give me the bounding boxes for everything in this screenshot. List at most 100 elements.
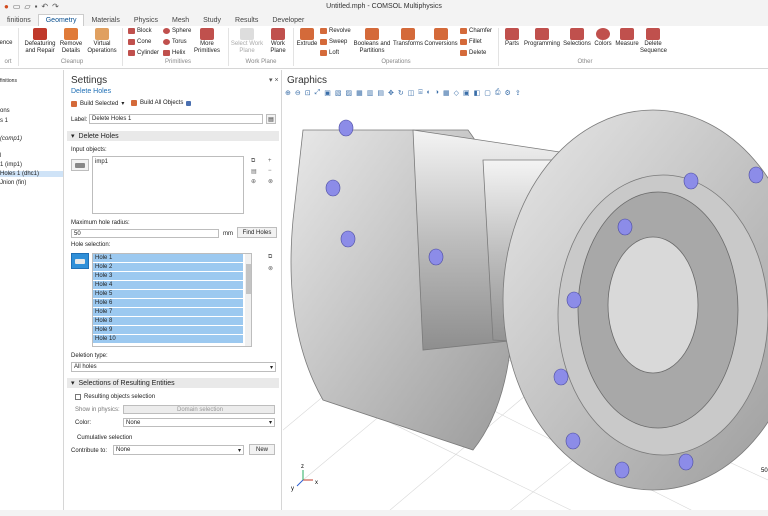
scrollbar-thumb[interactable] xyxy=(246,264,251,294)
programming-button[interactable]: Programming xyxy=(522,28,562,48)
hole-marker[interactable] xyxy=(340,230,356,248)
copy-holes-icon[interactable]: ⧉ xyxy=(268,254,272,261)
revolve-button[interactable]: Revolve xyxy=(320,28,351,34)
transforms-button[interactable]: Transforms xyxy=(392,28,424,48)
hole-selection-active-toggle[interactable] xyxy=(71,253,89,269)
tree-item[interactable]: 1 (imp1) xyxy=(0,162,22,168)
tree-item[interactable]: l xyxy=(0,153,1,159)
hole-list-item[interactable]: Hole 6 xyxy=(93,299,243,308)
input-object-item[interactable]: imp1 xyxy=(95,159,108,165)
contribute-to-select[interactable]: None ▾ xyxy=(113,445,244,455)
color-select[interactable]: None ▾ xyxy=(123,418,275,427)
list-scrollbar[interactable] xyxy=(245,254,251,346)
camera-icon[interactable]: ⌸ xyxy=(418,89,422,97)
tab-results[interactable]: Results xyxy=(228,14,265,26)
build-selected-button[interactable]: Build Selected ▾ xyxy=(71,100,124,107)
zoom-selected-icon[interactable]: ▣ xyxy=(324,89,331,97)
hole-marker[interactable] xyxy=(617,218,633,236)
import-button[interactable]: ence xyxy=(0,40,14,47)
grid-icon[interactable]: ▦ xyxy=(443,89,450,97)
max-radius-field[interactable]: 50 xyxy=(71,229,219,238)
tab-materials[interactable]: Materials xyxy=(84,14,126,26)
chamfer-button[interactable]: Chamfer xyxy=(460,28,492,34)
delete-sequence-button[interactable]: Delete Sequence xyxy=(640,28,667,55)
work-plane-button[interactable]: Work Plane xyxy=(266,28,290,55)
clear-selection-icon[interactable]: ⊗ xyxy=(268,178,273,185)
selection-active-toggle[interactable] xyxy=(71,159,89,171)
tab-physics[interactable]: Physics xyxy=(127,14,165,26)
checkbox-box[interactable] xyxy=(75,394,81,400)
wireframe-icon[interactable]: ◇ xyxy=(454,89,459,97)
cylinder-button[interactable]: Cylinder xyxy=(128,50,159,56)
hole-marker[interactable] xyxy=(428,248,444,266)
views-icon[interactable]: ◫ xyxy=(408,89,415,97)
hole-marker[interactable] xyxy=(553,368,569,386)
hole-list-item[interactable]: Hole 10 xyxy=(93,335,243,344)
hole-marker[interactable] xyxy=(683,172,699,190)
measure-button[interactable]: Measure xyxy=(614,28,640,48)
cone-button[interactable]: Cone xyxy=(128,39,151,45)
deletion-type-select[interactable]: All holes ▾ xyxy=(71,362,276,372)
hole-marker[interactable] xyxy=(678,453,694,471)
settings-gear-icon[interactable]: ⚙ xyxy=(505,89,511,97)
hole-list-item[interactable]: Hole 1 xyxy=(93,254,243,263)
geometry-viewport[interactable]: x z y 50 xyxy=(283,100,768,516)
screenshot-icon[interactable]: ▢ xyxy=(484,89,491,97)
delete-button[interactable]: Delete xyxy=(460,50,486,56)
colors-button[interactable]: Colors xyxy=(592,28,614,48)
extrude-button[interactable]: Extrude xyxy=(296,28,318,48)
hole-list-item[interactable]: Hole 9 xyxy=(93,326,243,335)
hole-list-item[interactable]: Hole 5 xyxy=(93,290,243,299)
transparency-icon[interactable]: ◑ xyxy=(435,89,439,96)
tree-item-delete-holes[interactable]: Holes 1 (dhc1) xyxy=(0,171,63,177)
light-icon[interactable]: ◐ xyxy=(427,89,431,96)
zoom-in-icon[interactable]: ⊕ xyxy=(285,89,291,97)
hole-marker[interactable] xyxy=(748,166,764,184)
remove-icon[interactable]: − xyxy=(268,168,272,174)
loft-button[interactable]: Loft xyxy=(320,50,339,56)
rotate-icon[interactable]: ↻ xyxy=(398,89,404,97)
export-icon[interactable]: ⇪ xyxy=(515,89,521,97)
hole-selection-list[interactable]: Hole 1 Hole 2 Hole 3 Hole 4 Hole 5 Hole … xyxy=(92,253,252,347)
helix-button[interactable]: Helix xyxy=(163,50,185,56)
tree-item[interactable]: s 1 xyxy=(0,118,8,124)
more-primitives-button[interactable]: More Primitives xyxy=(192,28,222,55)
zoom-out-icon[interactable]: ⊖ xyxy=(295,89,301,97)
hole-marker[interactable] xyxy=(566,291,582,309)
print-icon[interactable]: ⎙ xyxy=(495,89,501,97)
sweep-button[interactable]: Sweep xyxy=(320,39,347,45)
zoom-selected-icon[interactable]: ⊕ xyxy=(251,178,256,185)
section-selections[interactable]: ▾ Selections of Resulting Entities xyxy=(67,378,279,388)
resulting-objects-checkbox[interactable]: Resulting objects selection xyxy=(75,394,155,400)
clear-holes-icon[interactable]: ⊗ xyxy=(268,265,273,272)
fillet-button[interactable]: Fillet xyxy=(460,39,482,45)
mesh-icon[interactable]: ▣ xyxy=(463,89,470,97)
input-objects-list[interactable]: imp1 xyxy=(92,156,244,214)
tree-item[interactable]: (comp1) xyxy=(0,136,22,142)
tab-study[interactable]: Study xyxy=(196,14,228,26)
conversions-button[interactable]: Conversions xyxy=(424,28,458,48)
selections-button[interactable]: Selections xyxy=(562,28,592,48)
tree-item[interactable]: finitions xyxy=(0,78,17,84)
sphere-button[interactable]: Sphere xyxy=(163,28,191,34)
torus-button[interactable]: Torus xyxy=(163,39,187,45)
section-delete-holes[interactable]: ▾ Delete Holes xyxy=(67,131,279,141)
axis-icon[interactable]: ✥ xyxy=(388,89,394,97)
new-button[interactable]: New xyxy=(249,444,275,455)
tab-developer[interactable]: Developer xyxy=(265,14,311,26)
remove-details-button[interactable]: Remove Details xyxy=(58,28,84,55)
zoom-box-icon[interactable]: ⊡ xyxy=(305,89,311,97)
select-points-icon[interactable]: ▤ xyxy=(377,89,384,97)
hole-list-item[interactable]: Hole 3 xyxy=(93,272,243,281)
hole-list-item[interactable]: Hole 7 xyxy=(93,308,243,317)
copy-icon[interactable]: ⧉ xyxy=(251,158,255,165)
tab-mesh[interactable]: Mesh xyxy=(165,14,196,26)
zoom-extents-icon[interactable]: ⤢ xyxy=(315,89,321,97)
parts-button[interactable]: Parts xyxy=(502,28,522,48)
defeaturing-button[interactable]: Defeaturing and Repair xyxy=(22,28,58,55)
hole-marker[interactable] xyxy=(614,461,630,479)
hole-list-item[interactable]: Hole 8 xyxy=(93,317,243,326)
tab-geometry[interactable]: Geometry xyxy=(37,14,85,26)
label-reset-icon[interactable]: ▤ xyxy=(266,114,276,124)
tree-item[interactable]: ons xyxy=(0,108,10,114)
